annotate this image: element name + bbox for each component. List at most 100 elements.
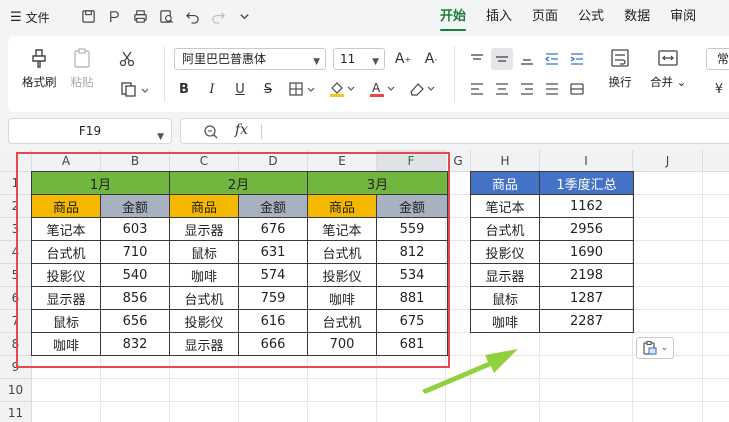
- cell[interactable]: 鼠标: [169, 240, 239, 264]
- column-header-a[interactable]: A: [32, 150, 101, 172]
- cell[interactable]: 台式机: [470, 217, 540, 241]
- align-center-icon[interactable]: [491, 78, 513, 100]
- zoom-icon[interactable]: [203, 124, 219, 143]
- tab-home[interactable]: 开始: [430, 0, 476, 34]
- align-left-icon[interactable]: [466, 78, 488, 100]
- cell[interactable]: 显示器: [31, 286, 101, 310]
- print-preview-icon[interactable]: [158, 8, 174, 24]
- cell[interactable]: 832: [100, 332, 170, 356]
- font-color-icon[interactable]: A: [366, 78, 400, 100]
- tab-page[interactable]: 页面: [522, 0, 568, 34]
- cell[interactable]: 笔记本: [31, 217, 101, 241]
- border-icon[interactable]: [286, 78, 320, 100]
- redo-icon[interactable]: [210, 8, 226, 24]
- cell[interactable]: 666: [238, 332, 308, 356]
- paste-options-button[interactable]: ⌄: [636, 337, 674, 359]
- cell[interactable]: 2198: [539, 263, 634, 287]
- header-cell[interactable]: 金额: [238, 194, 308, 218]
- cell[interactable]: 2956: [539, 217, 634, 241]
- formula-bar[interactable]: fx: [180, 118, 729, 144]
- fill-color-icon[interactable]: [326, 78, 360, 100]
- cell[interactable]: 台式机: [307, 240, 377, 264]
- increase-indent-icon[interactable]: [566, 48, 588, 70]
- cell[interactable]: 1690: [539, 240, 634, 264]
- cell[interactable]: 显示器: [169, 332, 239, 356]
- align-right-icon[interactable]: [516, 78, 538, 100]
- font-size-select[interactable]: 11 ▼: [333, 48, 385, 70]
- cell[interactable]: 856: [100, 286, 170, 310]
- align-top-icon[interactable]: [466, 48, 488, 70]
- cell[interactable]: 投影仪: [169, 309, 239, 333]
- wrap-text-button[interactable]: 换行: [608, 46, 632, 90]
- cell[interactable]: 759: [238, 286, 308, 310]
- header-cell[interactable]: 商品: [169, 194, 239, 218]
- align-middle-icon[interactable]: [491, 48, 513, 70]
- cell[interactable]: 656: [100, 309, 170, 333]
- save-icon[interactable]: [80, 8, 96, 24]
- increase-font-icon[interactable]: A +: [392, 48, 414, 70]
- cell[interactable]: 559: [376, 217, 448, 241]
- print-icon[interactable]: [132, 8, 148, 24]
- header-cell[interactable]: 金额: [100, 194, 170, 218]
- cell[interactable]: 534: [376, 263, 448, 287]
- row-header-5[interactable]: 5: [0, 264, 32, 287]
- decrease-indent-icon[interactable]: [541, 48, 563, 70]
- row-header-1[interactable]: 1: [0, 172, 32, 195]
- cell[interactable]: 咖啡: [470, 309, 540, 333]
- column-header-c[interactable]: C: [170, 150, 239, 172]
- cell[interactable]: 台式机: [31, 240, 101, 264]
- cell[interactable]: 咖啡: [307, 286, 377, 310]
- cell[interactable]: 投影仪: [307, 263, 377, 287]
- cell[interactable]: 603: [100, 217, 170, 241]
- clear-format-icon[interactable]: [406, 78, 440, 100]
- export-pdf-icon[interactable]: [106, 8, 122, 24]
- cell[interactable]: 631: [238, 240, 308, 264]
- header-cell[interactable]: 商品: [470, 171, 540, 195]
- column-header-e[interactable]: E: [308, 150, 377, 172]
- header-cell[interactable]: 商品: [307, 194, 377, 218]
- cell[interactable]: 咖啡: [169, 263, 239, 287]
- merge-button[interactable]: 合并 ⌄: [650, 46, 686, 90]
- month-header[interactable]: 3月: [307, 171, 448, 195]
- column-header-h[interactable]: H: [471, 150, 540, 172]
- cell[interactable]: 笔记本: [307, 217, 377, 241]
- cell[interactable]: 鼠标: [470, 286, 540, 310]
- cell[interactable]: 笔记本: [470, 194, 540, 218]
- cell[interactable]: 显示器: [470, 263, 540, 287]
- cell[interactable]: 710: [100, 240, 170, 264]
- tab-review[interactable]: 审阅: [660, 0, 706, 34]
- distributed-align-icon[interactable]: [566, 78, 588, 100]
- cell[interactable]: 812: [376, 240, 448, 264]
- month-header[interactable]: 1月: [31, 171, 170, 195]
- format-painter-button[interactable]: 格式刷: [22, 46, 57, 90]
- align-bottom-icon[interactable]: [516, 48, 538, 70]
- italic-icon[interactable]: I: [202, 78, 222, 100]
- copy-icon[interactable]: [116, 78, 154, 100]
- cell[interactable]: 台式机: [169, 286, 239, 310]
- formula-input[interactable]: [271, 123, 711, 139]
- cell[interactable]: 1162: [539, 194, 634, 218]
- file-menu[interactable]: ☰ 文件: [10, 8, 50, 26]
- insert-function-icon[interactable]: fx: [235, 122, 248, 138]
- select-all-corner[interactable]: [0, 150, 32, 172]
- cell[interactable]: 投影仪: [31, 263, 101, 287]
- bold-icon[interactable]: B: [174, 78, 194, 100]
- cell[interactable]: 投影仪: [470, 240, 540, 264]
- customize-quick-access-icon[interactable]: [236, 8, 252, 24]
- spreadsheet-grid[interactable]: A B C D E F G H I J 1 2 3 4 5 6 7 8 9 10…: [0, 150, 729, 422]
- column-header-i[interactable]: I: [540, 150, 633, 172]
- column-header-b[interactable]: B: [101, 150, 170, 172]
- cut-icon[interactable]: [116, 48, 138, 70]
- column-header-k[interactable]: [703, 150, 729, 172]
- font-name-select[interactable]: 阿里巴巴普惠体 ▼: [174, 48, 326, 70]
- cell[interactable]: 540: [100, 263, 170, 287]
- row-header-11[interactable]: 11: [0, 402, 32, 422]
- underline-icon[interactable]: U: [230, 78, 250, 100]
- cell[interactable]: 2287: [539, 309, 634, 333]
- tab-insert[interactable]: 插入: [476, 0, 522, 34]
- row-header-7[interactable]: 7: [0, 310, 32, 333]
- number-format-select[interactable]: 常: [706, 48, 729, 70]
- row-header-3[interactable]: 3: [0, 218, 32, 241]
- name-box[interactable]: F19 ▼: [8, 118, 172, 144]
- row-header-2[interactable]: 2: [0, 195, 32, 218]
